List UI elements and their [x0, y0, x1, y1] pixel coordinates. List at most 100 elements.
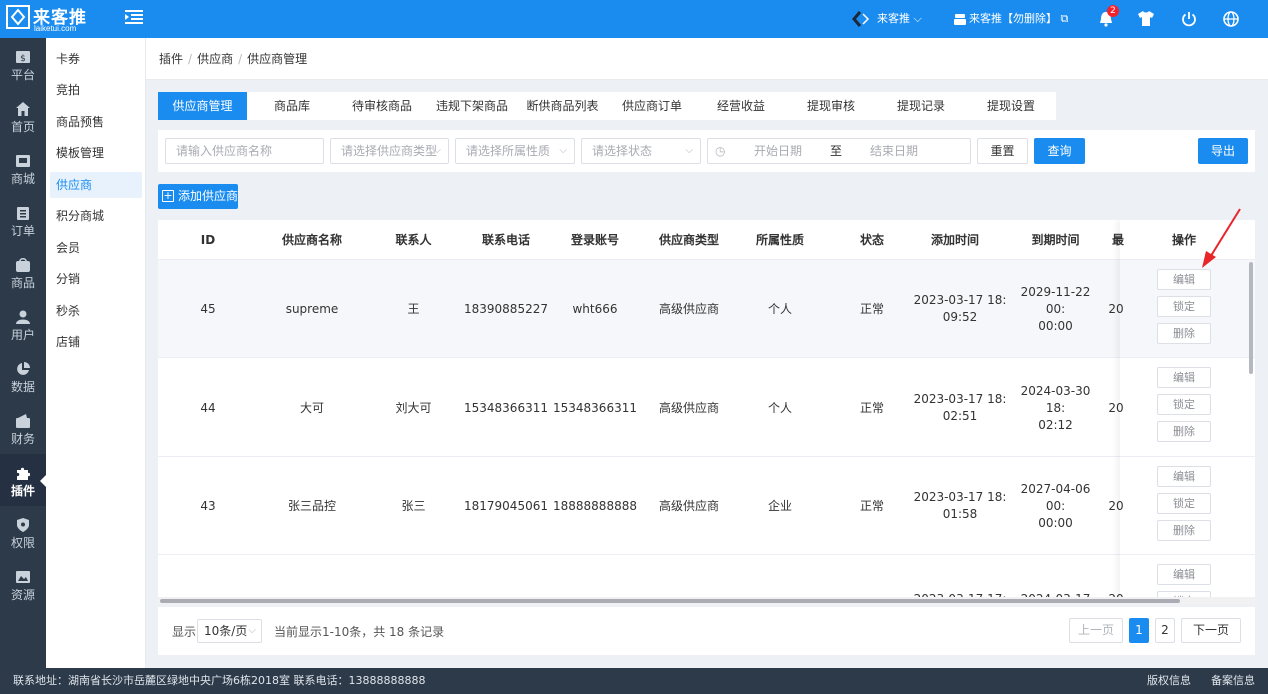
sidebar-item-label: 权限	[10, 536, 35, 550]
tab-supplier-orders[interactable]: 供应商订单	[608, 92, 696, 120]
menu-toggle-icon[interactable]	[125, 9, 143, 25]
edit-button[interactable]: 编辑	[1157, 564, 1211, 585]
sidebar-item-resources[interactable]: 资源	[0, 558, 46, 610]
lock-button[interactable]: 锁定	[1157, 296, 1211, 317]
time-part: 2027-04-06 00:	[1020, 481, 1091, 513]
sidebar-item-mall[interactable]: 商城	[0, 142, 46, 194]
add-supplier-button[interactable]: + 添加供应商	[158, 184, 238, 209]
subnav-item-stores[interactable]: 店铺	[50, 329, 142, 355]
subnav-item-coupons[interactable]: 卡券	[50, 46, 142, 72]
svg-text:$: $	[20, 54, 26, 64]
subnav-item-points-mall[interactable]: 积分商城	[50, 203, 142, 229]
tab-earnings[interactable]: 经营收益	[696, 92, 786, 120]
tab-product-library[interactable]: 商品库	[247, 92, 337, 120]
page-button-2[interactable]: 2	[1155, 618, 1175, 643]
delete-button[interactable]: 删除	[1157, 323, 1211, 344]
edit-button[interactable]: 编辑	[1157, 367, 1211, 388]
query-button[interactable]: 查询	[1034, 138, 1085, 164]
tab-violation-removed[interactable]: 违规下架商品	[427, 92, 517, 120]
status-select[interactable]: 请选择状态 ⌵	[581, 138, 701, 164]
cell-expire-time: 2029-11-22 00: 00:00	[1010, 260, 1101, 358]
subnav-item-flash-sale[interactable]: 秒杀	[50, 298, 142, 324]
edit-button[interactable]: 编辑	[1157, 269, 1211, 290]
sidebar-item-users[interactable]: 用户	[0, 298, 46, 350]
sidebar-item-label: 数据	[10, 380, 35, 394]
tab-supplier-management[interactable]: 供应商管理	[158, 92, 247, 120]
column-header: 到期时间	[1031, 233, 1080, 247]
cell-contact: 王	[407, 301, 420, 316]
table-row[interactable]: 45 supreme 王 18390885227 wht666 高级供应商 个人…	[158, 260, 1255, 358]
cell-status: 正常	[859, 301, 884, 316]
cell-phone: 15348366311	[464, 400, 548, 415]
column-header: ID	[200, 233, 216, 247]
cell-nature: 企业	[767, 498, 792, 513]
supplier-type-select[interactable]: 请选择供应商类型 ⌵	[330, 138, 449, 164]
subnav-item-distribution[interactable]: 分销	[50, 266, 142, 292]
subnav-item-presale[interactable]: 商品预售	[50, 109, 142, 135]
dollar-icon: $	[16, 51, 30, 64]
copyright-link[interactable]: 版权信息	[1147, 668, 1191, 694]
clock-icon: ◷	[715, 144, 726, 158]
supplier-name-input[interactable]: 请输入供应商名称	[165, 138, 324, 164]
edit-button[interactable]: 编辑	[1157, 466, 1211, 487]
globe-icon[interactable]	[1223, 11, 1239, 27]
lock-button[interactable]: 锁定	[1157, 493, 1211, 514]
delete-button[interactable]: 删除	[1157, 520, 1211, 541]
sidebar-item-permissions[interactable]: 权限	[0, 506, 46, 558]
store-logo-icon	[852, 11, 870, 27]
export-button[interactable]: 导出	[1198, 138, 1248, 164]
tab-discontinued[interactable]: 断供商品列表	[517, 92, 608, 120]
sidebar-item-products[interactable]: 商品	[0, 246, 46, 298]
reset-button[interactable]: 重置	[977, 138, 1028, 164]
cell-nature: 个人	[767, 400, 792, 415]
breadcrumb-item[interactable]: 供应商	[197, 52, 233, 66]
sidebar-item-label: 首页	[10, 120, 35, 134]
shirt-icon[interactable]	[1137, 10, 1155, 27]
start-date[interactable]: 开始日期	[754, 139, 802, 163]
page-button-1[interactable]: 1	[1129, 618, 1149, 643]
sidebar-item-finance[interactable]: 财务	[0, 402, 46, 454]
column-header: 联系人	[395, 233, 432, 247]
record-link[interactable]: 备案信息	[1211, 668, 1255, 694]
time-part: 2023-03-17 18:	[913, 490, 1007, 504]
tab-withdraw-review[interactable]: 提现审核	[786, 92, 876, 120]
table-header: ID 供应商名称 联系人 联系电话 登录账号 供应商类型 所属性质 状态 添加时…	[158, 220, 1255, 260]
annotation-arrow-icon	[1202, 208, 1241, 268]
tab-withdraw-settings[interactable]: 提现设置	[966, 92, 1056, 120]
vertical-scrollbar[interactable]	[1249, 262, 1253, 374]
sidebar-item-platform[interactable]: $ 平台	[0, 38, 46, 90]
cell-name: 大可	[299, 400, 324, 415]
date-range-picker[interactable]: ◷ 开始日期 至 结束日期	[707, 138, 971, 164]
horizontal-scrollbar[interactable]	[160, 599, 1180, 603]
filter-bar: 请输入供应商名称 请选择供应商类型 ⌵ 请选择所属性质 ⌵ 请选择状态 ⌵ ◷ 开始日…	[158, 130, 1255, 172]
table-row[interactable]: 43 张三品控 张三 18179045061 18888888888 高级供应商…	[158, 457, 1255, 555]
page-size-select[interactable]: 10条/页 ⌵	[197, 619, 262, 643]
sidebar-item-home[interactable]: 首页	[0, 90, 46, 142]
delete-button[interactable]: 删除	[1157, 421, 1211, 442]
subnav-item-templates[interactable]: 模板管理	[50, 140, 142, 166]
footer-address: 联系地址：湖南省长沙市岳麓区绿地中央广场6栋2018室 联系电话：1388888…	[13, 674, 426, 687]
store-switcher[interactable]: 来客推 ⌵	[877, 0, 922, 38]
cell-id: 43	[200, 498, 216, 513]
prev-page-button[interactable]: 上一页	[1069, 618, 1123, 643]
main-sidebar: $ 平台 首页 商城 订单 商品 用户 数据 财务 插件 权限 资源	[0, 38, 47, 668]
power-icon[interactable]	[1181, 11, 1197, 27]
account-name[interactable]: 来客推【勿删除】 ⧉	[969, 0, 1068, 38]
supplier-nature-select[interactable]: 请选择所属性质 ⌵	[455, 138, 575, 164]
end-date[interactable]: 结束日期	[870, 139, 918, 163]
add-supplier-label: 添加供应商	[178, 189, 239, 203]
subnav-item-auction[interactable]: 竞拍	[50, 77, 142, 103]
tab-withdraw-records[interactable]: 提现记录	[876, 92, 966, 120]
subnav-item-suppliers[interactable]: 供应商	[50, 172, 142, 198]
sidebar-item-plugins[interactable]: 插件	[0, 454, 47, 506]
tab-pending-review[interactable]: 待审核商品	[337, 92, 427, 120]
sidebar-item-orders[interactable]: 订单	[0, 194, 46, 246]
lock-button[interactable]: 锁定	[1157, 394, 1211, 415]
subnav-item-members[interactable]: 会员	[50, 235, 142, 261]
column-header: 供应商名称	[281, 233, 342, 247]
breadcrumb-item[interactable]: 插件	[159, 52, 183, 66]
next-page-button[interactable]: 下一页	[1181, 618, 1241, 643]
cell-name: 张三品控	[287, 498, 336, 513]
sidebar-item-data[interactable]: 数据	[0, 350, 46, 402]
table-row[interactable]: 44 大可 刘大可 15348366311 15348366311 高级供应商 …	[158, 359, 1255, 457]
